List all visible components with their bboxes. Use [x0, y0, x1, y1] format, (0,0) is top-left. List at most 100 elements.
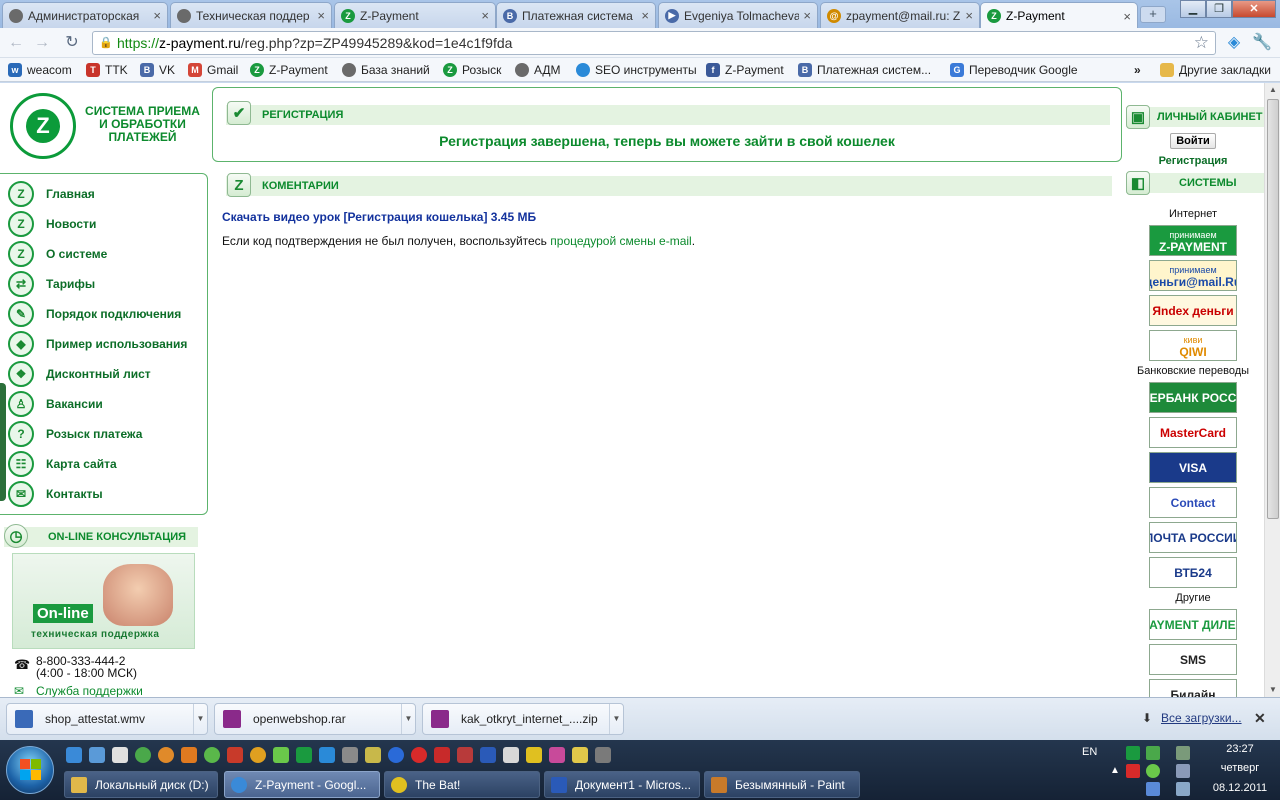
nav-item-tariffs[interactable]: ⇄ Тарифы — [8, 270, 95, 298]
taskbar-window-chrome[interactable]: Z-Payment - Googl... — [224, 771, 380, 798]
quicklaunch-app-icon[interactable] — [503, 747, 519, 763]
quicklaunch-chrome-icon[interactable] — [135, 747, 151, 763]
tab-zpayment-active[interactable]: Z Z-Payment × — [980, 2, 1138, 29]
bookmark-seo[interactable]: SEO инструменты — [576, 61, 697, 79]
system-mailru-money[interactable]: принимаем деньги@mail.Ru — [1149, 260, 1237, 291]
nav-item-payment-search[interactable]: ? Розыск платежа — [8, 420, 142, 448]
bookmark-facebook-zpayment[interactable]: f Z-Payment — [706, 61, 784, 79]
bookmark-google-translate[interactable]: G Переводчик Google — [950, 61, 1078, 79]
bookmark-vk[interactable]: B VK — [140, 61, 175, 79]
quicklaunch-notepad-icon[interactable] — [112, 747, 128, 763]
taskbar-window-thebat[interactable]: The Bat! — [384, 771, 540, 798]
taskbar-window-word[interactable]: Документ1 - Micros... — [544, 771, 700, 798]
close-icon[interactable]: × — [641, 8, 649, 23]
tray-app-icon[interactable] — [1146, 746, 1160, 760]
all-downloads-link[interactable]: ⬇ Все загрузки... — [1142, 711, 1242, 725]
language-indicator[interactable]: EN — [1082, 746, 1097, 758]
bookmark-payment-system[interactable]: B Платежная систем... — [798, 61, 931, 79]
quicklaunch-app-icon[interactable] — [595, 747, 611, 763]
quicklaunch-firefox-icon[interactable] — [158, 747, 174, 763]
scroll-up-arrow-icon[interactable]: ▲ — [1265, 83, 1280, 97]
minimize-button[interactable]: ▁ — [1180, 0, 1206, 18]
quicklaunch-app-icon[interactable] — [273, 747, 289, 763]
nav-item-about[interactable]: ZО системе — [8, 240, 107, 268]
bookmark-zpayment[interactable]: Z Z-Payment — [250, 61, 328, 79]
system-mastercard[interactable]: MasterCard — [1149, 417, 1237, 448]
tab-payment-system[interactable]: B Платежная система × — [496, 2, 656, 28]
nav-item-contacts[interactable]: ✉ Контакты — [8, 480, 103, 508]
bookmark-ttk[interactable]: T TTK — [86, 61, 128, 79]
window-close-button[interactable]: ✕ — [1232, 0, 1276, 18]
quicklaunch-app-icon[interactable] — [204, 747, 220, 763]
bookmark-knowledge-base[interactable]: База знаний — [342, 61, 430, 79]
quicklaunch-app-icon[interactable] — [296, 747, 312, 763]
clock[interactable]: 23:27 четверг 08.12.2011 — [1202, 742, 1278, 795]
download-item[interactable]: shop_attestat.wmv ▼ — [6, 703, 208, 735]
back-arrow-icon[interactable]: ← — [4, 32, 28, 54]
reload-icon[interactable]: ↻ — [60, 32, 84, 54]
support-link[interactable]: ✉ Служба поддержки — [14, 684, 143, 697]
register-link[interactable]: Регистрация — [1126, 155, 1260, 167]
tab-evgeniya[interactable]: ▶ Evgeniya Tolmacheva × — [658, 2, 818, 28]
bookmark-weacom[interactable]: w weacom — [8, 61, 72, 79]
close-icon[interactable]: × — [803, 8, 811, 23]
system-qiwi[interactable]: киви QIWI — [1149, 330, 1237, 361]
chevron-down-icon[interactable]: ▼ — [609, 704, 623, 734]
tray-battery-icon[interactable] — [1176, 746, 1190, 760]
forward-arrow-icon[interactable]: → — [30, 32, 54, 54]
bookmark-other[interactable]: Другие закладки — [1160, 61, 1271, 79]
quicklaunch-explorer-icon[interactable] — [66, 747, 82, 763]
tray-icq-icon[interactable] — [1146, 764, 1160, 778]
chevron-down-icon[interactable]: ▼ — [193, 704, 207, 734]
system-contact[interactable]: Contact — [1149, 487, 1237, 518]
system-zpayment-dealers[interactable]: Z-PAYMENT ДИЛЕРЫ — [1149, 609, 1237, 640]
bookmark-star-icon[interactable]: ☆ — [1194, 33, 1209, 53]
bookmark-adm[interactable]: АДМ — [515, 61, 561, 79]
system-yandex-money[interactable]: Яndex деньги — [1149, 295, 1237, 326]
scroll-down-arrow-icon[interactable]: ▼ — [1265, 683, 1280, 697]
nav-item-sitemap[interactable]: ☷ Карта сайта — [8, 450, 117, 478]
quicklaunch-app-icon[interactable] — [526, 747, 542, 763]
login-button[interactable]: Войти — [1170, 133, 1216, 149]
online-support-banner[interactable]: On-line техническая поддержка — [12, 553, 195, 649]
quicklaunch-word-icon[interactable] — [480, 747, 496, 763]
translate-icon[interactable]: ◈ — [1222, 32, 1246, 54]
quicklaunch-vlc-icon[interactable] — [181, 747, 197, 763]
close-icon[interactable]: ✕ — [1254, 710, 1266, 727]
system-sms[interactable]: SMS — [1149, 644, 1237, 675]
nav-item-discount[interactable]: ❖ Дисконтный лист — [8, 360, 151, 388]
tab-zpayment[interactable]: Z Z-Payment × — [334, 2, 496, 28]
download-item[interactable]: kak_otkryt_internet_....zip ▼ — [422, 703, 624, 735]
system-zpayment[interactable]: принимаем Z-PAYMENT — [1149, 225, 1237, 256]
change-email-link[interactable]: процедурой смены e-mail — [550, 234, 691, 248]
nav-item-example[interactable]: ◆ Пример использования — [8, 330, 187, 358]
system-beeline[interactable]: Билайн — [1149, 679, 1237, 697]
quicklaunch-app-icon[interactable] — [457, 747, 473, 763]
tab-support[interactable]: Техническая поддер × — [170, 2, 332, 28]
tab-admin[interactable]: Администраторская × — [2, 2, 168, 28]
system-vtb24[interactable]: ВТБ24 — [1149, 557, 1237, 588]
tray-app-icon[interactable] — [1126, 746, 1140, 760]
wrench-icon[interactable]: 🔧 — [1250, 32, 1274, 54]
quicklaunch-app-icon[interactable] — [342, 747, 358, 763]
tray-network-icon[interactable] — [1146, 782, 1160, 796]
quicklaunch-pdf-icon[interactable] — [434, 747, 450, 763]
bookmark-gmail[interactable]: M Gmail — [188, 61, 238, 79]
quicklaunch-app-icon[interactable] — [549, 747, 565, 763]
tray-app-icon[interactable] — [1176, 782, 1190, 796]
quicklaunch-app-icon[interactable] — [572, 747, 588, 763]
nav-item-home[interactable]: Z Главная — [8, 180, 95, 208]
address-bar[interactable]: 🔒 https://z-payment.ru/reg.php?zp=ZP4994… — [92, 31, 1216, 55]
zpayment-logo-icon[interactable]: Z — [10, 93, 76, 159]
bookmark-search[interactable]: Z Розыск — [443, 61, 501, 79]
system-russian-post[interactable]: ПОЧТА РОССИИ — [1149, 522, 1237, 553]
scrollbar-thumb[interactable] — [1267, 99, 1279, 519]
close-icon[interactable]: × — [1123, 9, 1131, 24]
quicklaunch-desktop-icon[interactable] — [89, 747, 105, 763]
quicklaunch-app-icon[interactable] — [365, 747, 381, 763]
quicklaunch-app-icon[interactable] — [250, 747, 266, 763]
taskbar-window-explorer[interactable]: Локальный диск (D:) — [64, 771, 218, 798]
close-icon[interactable]: × — [153, 8, 161, 23]
quicklaunch-app-icon[interactable] — [227, 747, 243, 763]
nav-item-news[interactable]: Z Новости — [8, 210, 96, 238]
